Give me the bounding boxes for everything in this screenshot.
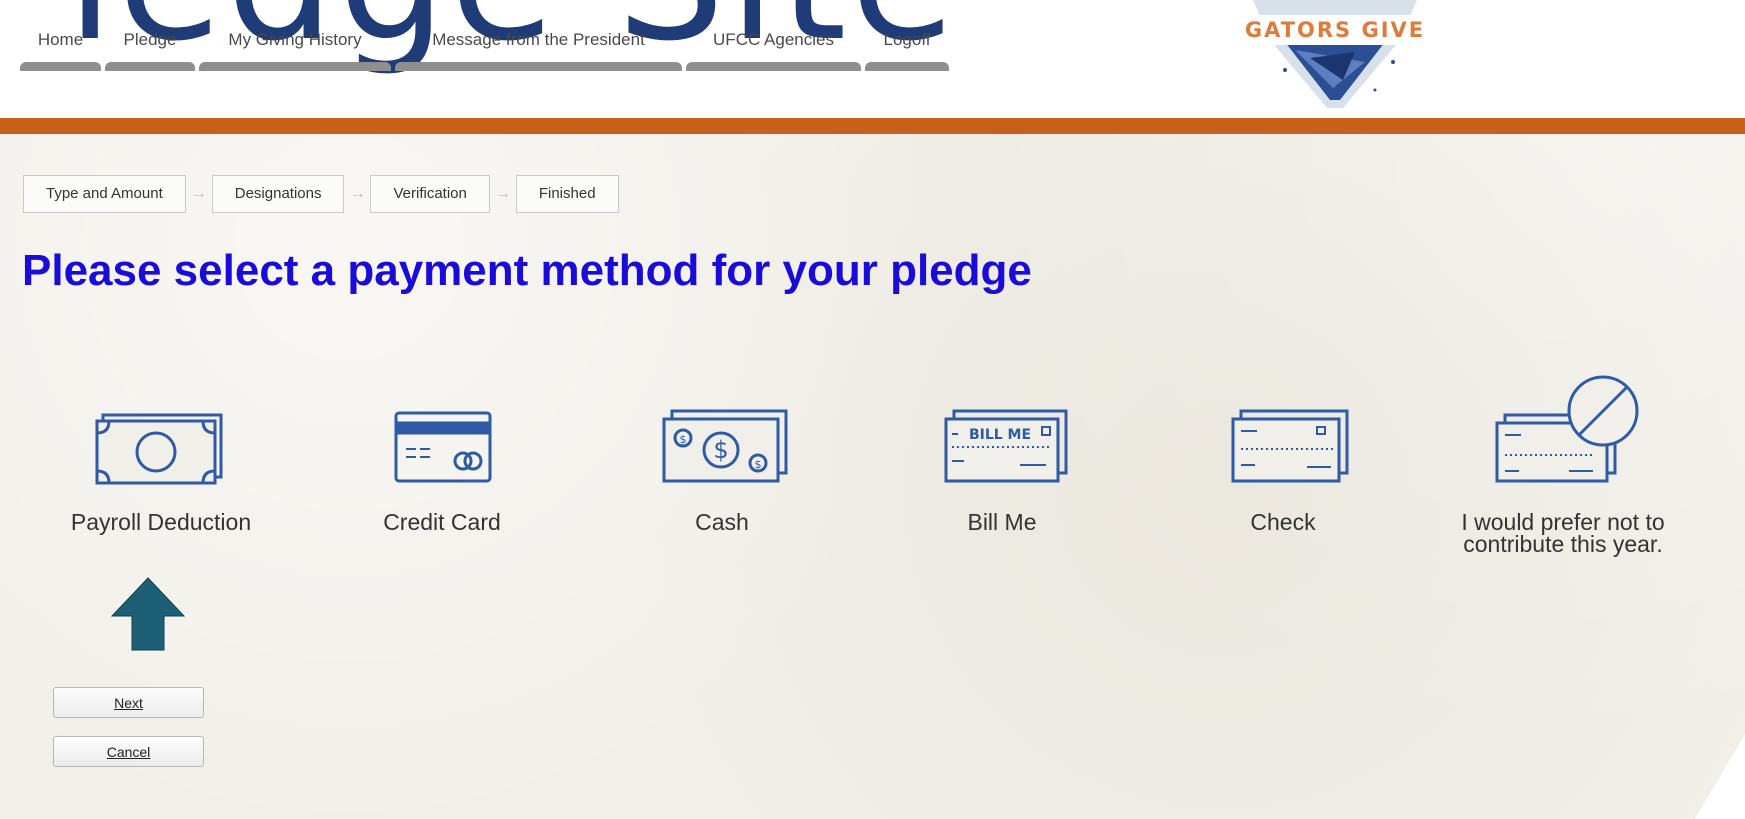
check-icon [1231,409,1349,483]
step-finished: Finished [515,175,619,213]
nav-giving-history-label: My Giving History [228,30,362,49]
option-cash[interactable]: $ $ $ Cash [602,405,842,535]
payment-options: Payroll Deduction Credit Card $ $ $ Cash [0,375,1745,605]
step-arrow-icon: → [190,185,207,202]
option-label: Credit Card [383,509,501,535]
step-arrow-icon: → [349,185,366,202]
corner-decoration [1695,734,1745,819]
option-check[interactable]: Check [1163,405,1403,535]
credit-card-icon [394,411,492,483]
bill-me-icon: BILL ME [944,409,1068,483]
next-button[interactable]: Next [53,687,204,718]
gators-give-logo: GATORS GIVE [1235,0,1435,108]
no-contribution-icon [1495,375,1639,483]
up-arrow-icon [110,577,186,651]
header-divider [0,118,1745,134]
option-payroll-deduction[interactable]: Payroll Deduction [41,405,281,535]
nav-logoff[interactable]: Logoff [865,28,949,71]
cancel-button[interactable]: Cancel [53,736,204,767]
page-title: Please select a payment method for your … [22,246,1032,295]
option-no-contribution[interactable]: I would prefer not to contribute this ye… [1443,375,1683,557]
option-label: I would prefer not to contribute this ye… [1461,509,1665,557]
option-label: Payroll Deduction [70,509,252,535]
option-credit-card[interactable]: Credit Card [322,405,562,535]
step-type-amount: Type and Amount [23,175,186,213]
step-designations: Designations [211,175,345,213]
option-label: Bill Me [967,509,1037,535]
nav-president-message-label: Message from the President [432,30,645,49]
option-bill-me[interactable]: BILL ME Bill Me [882,405,1122,535]
nav-ufcc-agencies[interactable]: UFCC Agencies [686,28,861,71]
nav-logoff-label: Logoff [883,30,931,49]
svg-text:$: $ [755,458,762,471]
nav-president-message[interactable]: Message from the President [395,28,682,71]
bill-me-icon-text: BILL ME [969,427,1031,443]
nav-home[interactable]: Home [20,28,101,71]
nav-pledge[interactable]: Pledge [105,28,195,71]
option-label: Cash [695,509,749,535]
money-bill-icon [95,413,223,485]
svg-text:$: $ [680,433,687,446]
top-nav: Home Pledge My Giving History Message fr… [20,28,953,71]
step-verification: Verification [370,175,490,213]
header: Pledge Site Home Pledge My Giving Histor… [0,0,1745,118]
cash-icon: $ $ $ [662,409,788,483]
logo-text: GATORS GIVE [1245,18,1425,42]
nav-pledge-label: Pledge [123,30,177,49]
option-label: Check [1250,509,1316,535]
nav-ufcc-agencies-label: UFCC Agencies [713,30,834,49]
svg-text:$: $ [713,436,728,464]
nav-giving-history[interactable]: My Giving History [199,28,391,71]
wizard-steps: Type and Amount → Designations → Verific… [23,175,619,213]
step-arrow-icon: → [494,185,511,202]
nav-home-label: Home [37,30,84,49]
